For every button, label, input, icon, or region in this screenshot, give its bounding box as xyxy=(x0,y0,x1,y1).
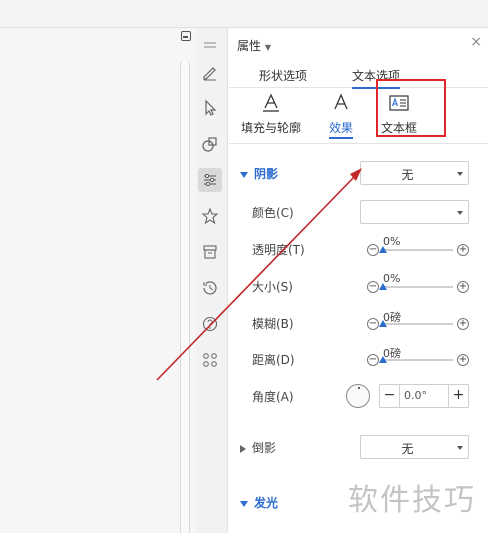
shapes-icon[interactable] xyxy=(200,134,220,154)
shadow-distance-slider[interactable]: − 0磅 + xyxy=(367,347,469,369)
minus-icon[interactable]: − xyxy=(380,385,400,407)
angle-dial[interactable] xyxy=(346,384,370,408)
chevron-down-icon xyxy=(457,211,463,215)
collapse-arrow-icon xyxy=(240,171,248,178)
reflection-preset-select[interactable]: 无 xyxy=(360,435,469,459)
shadow-size-slider[interactable]: − 0% + xyxy=(367,272,469,296)
shadow-color-label: 颜色(C) xyxy=(252,206,294,220)
shadow-transparency-row: 透明度(T) − 0% + xyxy=(229,235,488,262)
shadow-angle-value[interactable]: 0.0° xyxy=(404,389,427,402)
shadow-preset-value: 无 xyxy=(401,168,414,182)
shadow-color-row: 颜色(C) xyxy=(229,199,488,225)
properties-panel: 属性 ▼ × 形状选项 文本选项 填充与轮廓 效果 文本框 阴影 无 颜色(C) xyxy=(229,28,488,533)
properties-sliders-icon[interactable] xyxy=(198,168,222,192)
pen-edit-icon[interactable] xyxy=(200,62,220,82)
shadow-blur-slider[interactable]: − 0磅 + xyxy=(367,311,469,333)
shadow-size-value: 0% xyxy=(383,272,401,285)
history-clock-icon[interactable] xyxy=(200,278,220,298)
panel-title-label: 属性 xyxy=(237,39,262,53)
plus-icon[interactable]: + xyxy=(457,244,469,256)
panel-title[interactable]: 属性 ▼ xyxy=(237,37,271,54)
text-option-subtabs: 填充与轮廓 效果 文本框 xyxy=(229,90,488,144)
reflection-section-label: 倒影 xyxy=(252,441,277,455)
plus-icon[interactable]: + xyxy=(457,281,469,293)
shadow-preset-select[interactable]: 无 xyxy=(360,161,469,185)
chevron-down-icon xyxy=(457,446,463,450)
top-bar xyxy=(0,0,488,28)
star-icon[interactable] xyxy=(200,206,220,226)
cursor-select-icon[interactable] xyxy=(200,98,220,118)
shadow-angle-spinner[interactable]: − 0.0° + xyxy=(379,384,469,408)
glow-section-label: 发光 xyxy=(254,496,279,510)
minus-icon[interactable]: − xyxy=(367,318,379,330)
shadow-transparency-value: 0% xyxy=(383,235,401,248)
close-icon[interactable]: × xyxy=(470,34,482,50)
vertical-scrollbar[interactable] xyxy=(180,60,190,533)
reflection-section-header[interactable]: 倒影 无 xyxy=(229,434,488,460)
shadow-distance-row: 距离(D) − 0磅 + xyxy=(229,346,488,372)
shadow-blur-row: 模糊(B) − 0磅 + xyxy=(229,310,488,336)
text-effect-icon xyxy=(334,93,348,110)
shadow-blur-value: 0磅 xyxy=(383,311,401,324)
minus-icon[interactable]: − xyxy=(367,281,379,293)
watermark: 软件技巧 xyxy=(342,461,488,533)
watermark-text: 软件技巧 xyxy=(348,483,476,518)
chevron-down-icon xyxy=(457,172,463,176)
shadow-distance-value: 0磅 xyxy=(383,347,401,360)
subtab-fill-outline-label: 填充与轮廓 xyxy=(241,121,302,135)
tab-shape-options[interactable]: 形状选项 xyxy=(259,67,307,84)
shadow-transparency-slider[interactable]: − 0% + xyxy=(367,235,469,259)
plus-icon[interactable]: + xyxy=(448,385,468,407)
collapse-handle-icon[interactable] xyxy=(200,36,220,56)
slider-track[interactable] xyxy=(383,286,453,288)
apps-grid-icon[interactable] xyxy=(200,350,220,370)
chevron-down-icon: ▼ xyxy=(264,43,271,52)
annotation-highlight-box xyxy=(376,79,446,137)
shadow-size-row: 大小(S) − 0% + xyxy=(229,272,488,299)
plus-icon[interactable]: + xyxy=(457,318,469,330)
shadow-section-label: 阴影 xyxy=(254,167,279,181)
reflection-preset-value: 无 xyxy=(401,442,414,456)
shadow-blur-label: 模糊(B) xyxy=(252,317,294,331)
subtab-fill-outline[interactable]: 填充与轮廓 xyxy=(241,92,301,136)
help-icon[interactable] xyxy=(200,314,220,334)
scroll-top-icon[interactable] xyxy=(181,31,191,41)
option-tabs: 形状选项 文本选项 xyxy=(229,64,488,89)
subtab-effects[interactable]: 效果 xyxy=(329,92,354,139)
plus-icon[interactable]: + xyxy=(457,354,469,366)
expand-arrow-icon xyxy=(240,444,246,453)
minus-icon[interactable]: − xyxy=(367,354,379,366)
minus-icon[interactable]: − xyxy=(367,244,379,256)
archive-box-icon[interactable] xyxy=(200,242,220,262)
shadow-section-header[interactable]: 阴影 无 xyxy=(229,160,488,186)
shadow-angle-row: 角度(A) − 0.0° + xyxy=(229,383,488,409)
shadow-distance-label: 距离(D) xyxy=(252,353,295,367)
text-fill-icon xyxy=(263,93,279,112)
shadow-angle-label: 角度(A) xyxy=(252,390,294,404)
shadow-color-select[interactable] xyxy=(360,200,469,224)
collapse-arrow-icon xyxy=(240,500,248,507)
subtab-effects-label: 效果 xyxy=(329,119,354,139)
slider-track[interactable] xyxy=(383,249,453,251)
document-canvas[interactable] xyxy=(0,28,196,533)
shadow-transparency-label: 透明度(T) xyxy=(252,243,305,257)
shadow-size-label: 大小(S) xyxy=(252,280,293,294)
